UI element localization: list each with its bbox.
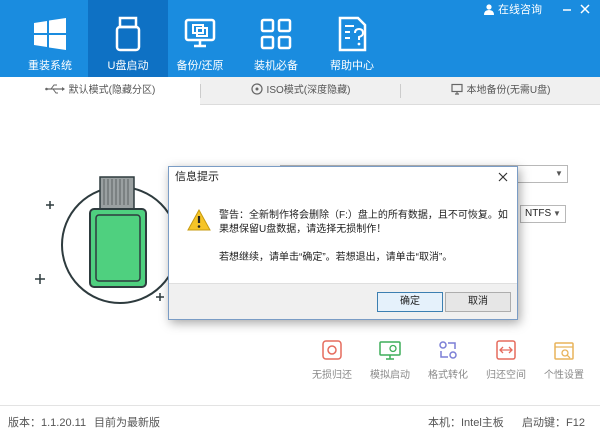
- tab-local-backup[interactable]: 本地备份(无需U盘): [401, 77, 600, 105]
- chevron-down-icon: ▼: [553, 209, 561, 218]
- tool-label: 无损归还: [312, 370, 352, 381]
- update-status-text: 目前为最新版: [94, 417, 160, 429]
- simulate-boot-icon: [379, 341, 401, 360]
- tab-label: 本地备份(无需U盘): [466, 85, 551, 96]
- tab-default-mode[interactable]: 默认模式(隐藏分区): [0, 77, 200, 106]
- tool-personal-settings[interactable]: 个性设置: [534, 338, 594, 381]
- nav-label: 重装系统: [28, 60, 72, 72]
- nav-backup-restore[interactable]: 备份/还原: [160, 0, 240, 77]
- tool-format-convert[interactable]: 格式转化: [418, 338, 478, 381]
- dialog-close-button[interactable]: [495, 169, 511, 185]
- nav-label: 帮助中心: [330, 60, 374, 72]
- online-consult-link[interactable]: 在线咨询: [483, 3, 542, 17]
- close-icon: [498, 172, 508, 182]
- machine-info-text: 本机：Intel主板: [428, 417, 504, 429]
- tab-label: 默认模式(隐藏分区): [68, 85, 156, 96]
- minimize-icon: [563, 9, 571, 11]
- close-window-button[interactable]: [578, 3, 592, 17]
- tool-return-space[interactable]: 归还空间: [476, 338, 536, 381]
- header-bar: 重装系统 U盘启动 备份/还原 装机必备 帮助中心 在线咨询: [0, 0, 600, 77]
- usb-drive-icon: [115, 16, 141, 52]
- nav-label: U盘启动: [107, 60, 149, 72]
- tab-iso-mode[interactable]: ISO模式(深度隐藏): [201, 77, 400, 105]
- status-bar: 版本：1.1.20.11 目前为最新版 本机：Intel主板 启动键：F12: [0, 405, 600, 435]
- return-space-icon: [496, 340, 516, 360]
- tool-simulate-boot[interactable]: 模拟启动: [360, 338, 420, 381]
- nav-label: 装机必备: [254, 60, 298, 72]
- dialog-title: 信息提示: [175, 171, 219, 183]
- nav-help-center[interactable]: 帮助中心: [312, 0, 392, 77]
- user-service-icon: [484, 4, 494, 15]
- windows-logo-icon: [34, 18, 66, 50]
- monitor-icon: [450, 83, 463, 95]
- tool-label: 模拟启动: [370, 370, 410, 381]
- info-dialog: 信息提示 警告：全新制作将会删除（F:）盘上的所有数据，且不可恢复。如果想保留U…: [168, 166, 518, 320]
- tab-label: ISO模式(深度隐藏): [266, 85, 351, 96]
- nav-usb-boot[interactable]: U盘启动: [88, 0, 168, 77]
- dialog-title-bar: 信息提示: [169, 167, 517, 188]
- tool-label: 格式转化: [428, 370, 468, 381]
- close-icon: [580, 4, 590, 14]
- nav-reinstall-system[interactable]: 重装系统: [10, 0, 90, 77]
- chevron-down-icon: ▼: [555, 169, 563, 178]
- version-text: 版本：1.1.20.11: [8, 417, 87, 429]
- dialog-button-bar: 确定 取消: [169, 283, 517, 319]
- tool-label: 个性设置: [544, 370, 584, 381]
- dialog-instruction-message: 若想继续，请单击“确定”。若想退出，请单击“取消”。: [219, 252, 453, 263]
- dialog-body: 警告：全新制作将会删除（F:）盘上的所有数据，且不可恢复。如果想保留U盘数据，请…: [173, 189, 513, 283]
- boot-hotkey-text: 启动键：F12: [522, 417, 585, 429]
- help-document-icon: [338, 16, 367, 52]
- consult-label: 在线咨询: [498, 4, 542, 16]
- nav-label: 备份/还原: [176, 60, 224, 72]
- format-convert-icon: [439, 341, 457, 359]
- minimize-button[interactable]: [560, 3, 574, 17]
- backup-restore-icon: [184, 18, 216, 48]
- cancel-button[interactable]: 取消: [445, 292, 511, 312]
- tool-lossless-return[interactable]: 无损归还: [302, 338, 362, 381]
- warning-icon: [187, 209, 211, 231]
- ok-button[interactable]: 确定: [377, 292, 443, 312]
- format-value: NTFS: [525, 208, 552, 219]
- nav-essential-apps[interactable]: 装机必备: [236, 0, 316, 77]
- usb-symbol-icon: [44, 84, 65, 94]
- apps-grid-icon: [260, 18, 292, 50]
- personal-settings-icon: [554, 342, 574, 360]
- format-select[interactable]: NTFS ▼: [520, 205, 566, 223]
- usb-illustration: [35, 176, 179, 304]
- tool-label: 归还空间: [486, 370, 526, 381]
- dialog-warning-message: 警告：全新制作将会删除（F:）盘上的所有数据，且不可恢复。如果想保留U盘数据，请…: [219, 210, 508, 235]
- disc-icon: [250, 83, 263, 95]
- mode-tabs: 默认模式(隐藏分区) ISO模式(深度隐藏) 本地备份(无需U盘): [0, 77, 600, 106]
- lossless-return-icon: [322, 340, 342, 360]
